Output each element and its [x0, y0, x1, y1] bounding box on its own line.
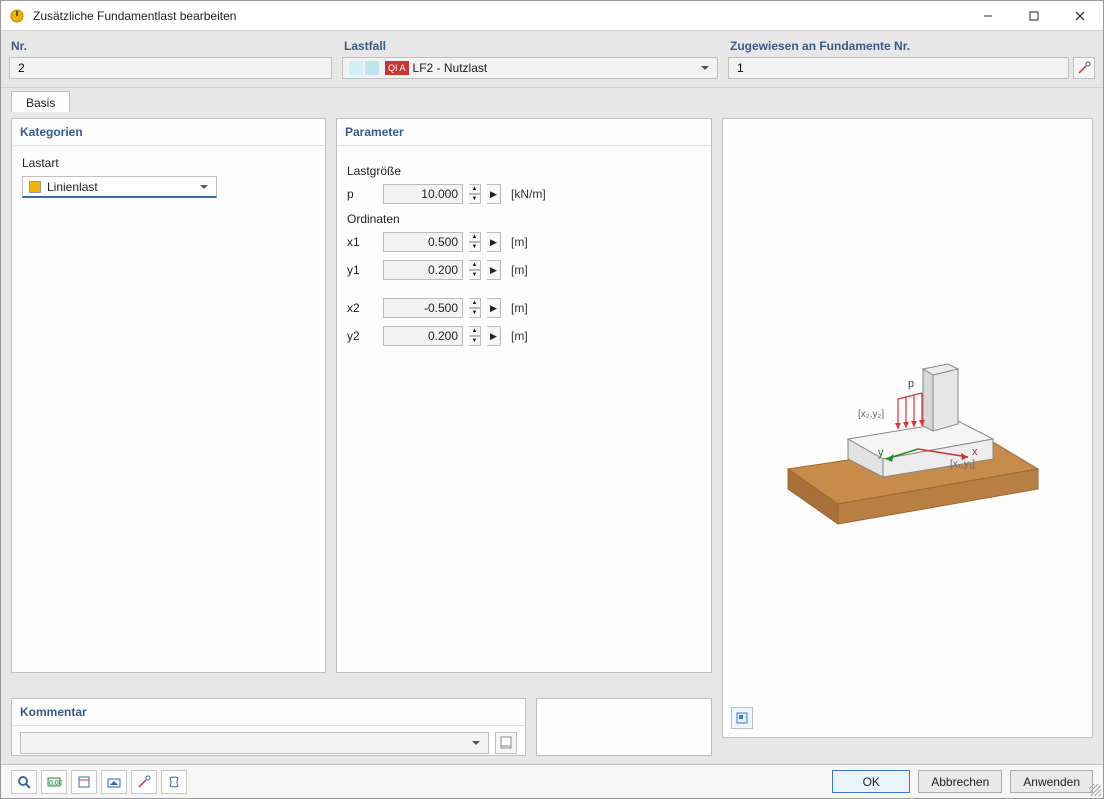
y1-unit: [m]	[511, 263, 528, 277]
header-fields: Nr. Lastfall QI A LF2 - Nutzlast Zugewie…	[1, 31, 1103, 88]
tab-basis[interactable]: Basis	[11, 91, 70, 113]
ordinaten-label: Ordinaten	[347, 212, 701, 226]
x1-unit: [m]	[511, 235, 528, 249]
assign-label: Zugewiesen an Fundamente Nr.	[730, 39, 1095, 53]
kommentar-library-button[interactable]	[495, 732, 517, 754]
nr-group: Nr.	[9, 39, 332, 79]
param-row-y1: y1 0.200 ▲▼ ▶ [m]	[347, 260, 701, 280]
preview-panel: p [x₂,y₂] [x₁,y₁] x y	[722, 118, 1093, 738]
nr-input[interactable]	[16, 60, 325, 76]
preview-y-axis: y	[878, 447, 884, 459]
window-buttons	[965, 1, 1103, 30]
preview-x-axis: x	[972, 446, 978, 458]
lastfall-label: Lastfall	[344, 39, 718, 53]
preview-xy1-label: [x₁,y₁]	[950, 459, 975, 470]
minimize-button[interactable]	[965, 1, 1011, 30]
y1-menu-button[interactable]: ▶	[487, 260, 501, 280]
y1-spinner[interactable]: ▲▼	[469, 260, 481, 280]
tool-button-1[interactable]	[11, 770, 37, 794]
assign-field[interactable]	[728, 57, 1069, 79]
x2-spinner[interactable]: ▲▼	[469, 298, 481, 318]
nr-label: Nr.	[11, 39, 332, 53]
lastart-label: Lastart	[22, 156, 315, 170]
lastfall-dropdown[interactable]: QI A LF2 - Nutzlast	[342, 57, 718, 79]
preview-tool-button[interactable]	[731, 707, 753, 729]
p-input[interactable]: 10.000	[383, 184, 463, 204]
tabbar: Basis	[1, 88, 1103, 112]
x2-label: x2	[347, 301, 377, 315]
x1-label: x1	[347, 235, 377, 249]
assign-input[interactable]	[735, 60, 1062, 76]
apply-button[interactable]: Anwenden	[1010, 770, 1093, 793]
tool-button-6[interactable]	[161, 770, 187, 794]
x2-unit: [m]	[511, 301, 528, 315]
kommentar-dropdown[interactable]	[20, 732, 489, 754]
footer: 0,00 OK Abbrechen Anwenden	[1, 764, 1103, 798]
nr-field[interactable]	[9, 57, 332, 79]
y2-input[interactable]: 0.200	[383, 326, 463, 346]
app-icon	[9, 8, 25, 24]
preview-p-label: p	[908, 378, 914, 390]
param-row-p: p 10.000 ▲▼ ▶ [kN/m]	[347, 184, 701, 204]
main-area: Kategorien Lastart Linienlast Parameter …	[1, 112, 1103, 754]
lastfall-badge: QI A	[385, 61, 409, 75]
ok-button[interactable]: OK	[832, 770, 910, 793]
p-menu-button[interactable]: ▶	[487, 184, 501, 204]
p-label: p	[347, 187, 377, 201]
maximize-button[interactable]	[1011, 1, 1057, 30]
x1-input[interactable]: 0.500	[383, 232, 463, 252]
assign-pick-button[interactable]	[1073, 57, 1095, 79]
lastart-value: Linienlast	[47, 180, 98, 194]
kommentar-panel: Kommentar	[11, 698, 526, 756]
lastfall-swatch	[349, 61, 381, 75]
kommentar-header: Kommentar	[12, 699, 525, 726]
dialog-window: Zusätzliche Fundamentlast bearbeiten Nr.…	[0, 0, 1104, 799]
parameter-panel: Parameter Lastgröße p 10.000 ▲▼ ▶ [kN/m]…	[336, 118, 712, 673]
tool-button-3[interactable]	[71, 770, 97, 794]
lastart-color-icon	[29, 181, 41, 193]
parameter-header: Parameter	[337, 119, 711, 146]
preview-xy2-label: [x₂,y₂]	[858, 409, 884, 420]
svg-text:0,00: 0,00	[49, 780, 62, 787]
tool-button-2[interactable]: 0,00	[41, 770, 67, 794]
assign-group: Zugewiesen an Fundamente Nr.	[728, 39, 1095, 79]
preview-3d: p [x₂,y₂] [x₁,y₁] x y	[723, 309, 1092, 697]
lastart-dropdown[interactable]: Linienlast	[22, 176, 217, 198]
y2-unit: [m]	[511, 329, 528, 343]
x1-menu-button[interactable]: ▶	[487, 232, 501, 252]
y1-label: y1	[347, 263, 377, 277]
lastgroesse-label: Lastgröße	[347, 164, 701, 178]
resize-grip[interactable]	[1089, 784, 1101, 796]
param-row-x1: x1 0.500 ▲▼ ▶ [m]	[347, 232, 701, 252]
p-spinner[interactable]: ▲▼	[469, 184, 481, 204]
kategorien-header: Kategorien	[12, 119, 325, 146]
spacer-panel	[536, 698, 712, 756]
titlebar: Zusätzliche Fundamentlast bearbeiten	[1, 1, 1103, 31]
x1-spinner[interactable]: ▲▼	[469, 232, 481, 252]
window-title: Zusätzliche Fundamentlast bearbeiten	[33, 9, 965, 23]
p-unit: [kN/m]	[511, 187, 546, 201]
cancel-button[interactable]: Abbrechen	[918, 770, 1002, 793]
kategorien-panel: Kategorien Lastart Linienlast	[11, 118, 326, 673]
x2-menu-button[interactable]: ▶	[487, 298, 501, 318]
param-row-y2: y2 0.200 ▲▼ ▶ [m]	[347, 326, 701, 346]
tool-button-4[interactable]	[101, 770, 127, 794]
y2-label: y2	[347, 329, 377, 343]
lastfall-value: LF2 - Nutzlast	[413, 61, 488, 75]
tool-button-5[interactable]	[131, 770, 157, 794]
param-row-x2: x2 -0.500 ▲▼ ▶ [m]	[347, 298, 701, 318]
lastfall-group: Lastfall QI A LF2 - Nutzlast	[342, 39, 718, 79]
y2-spinner[interactable]: ▲▼	[469, 326, 481, 346]
y1-input[interactable]: 0.200	[383, 260, 463, 280]
close-button[interactable]	[1057, 1, 1103, 30]
y2-menu-button[interactable]: ▶	[487, 326, 501, 346]
x2-input[interactable]: -0.500	[383, 298, 463, 318]
